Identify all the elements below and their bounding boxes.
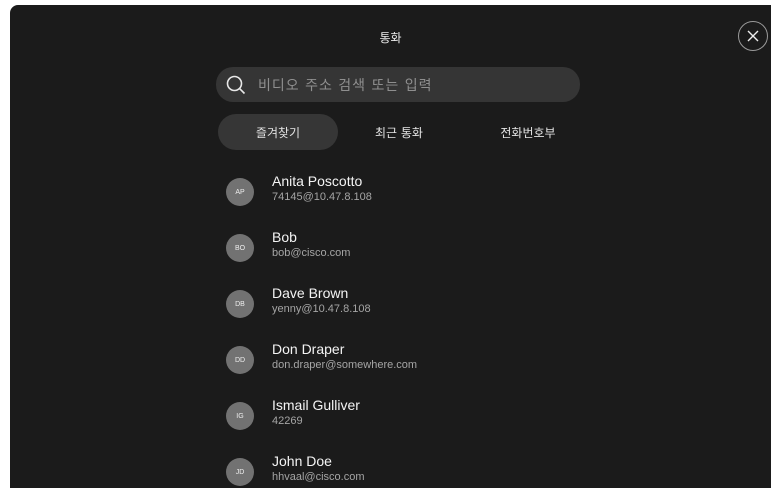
contact-name: Anita Poscotto [272,173,363,189]
contact-address: don.draper@somewhere.com [272,359,418,371]
contact-item[interactable]: DD Don Draper don.draper@somewhere.com [226,341,646,383]
contact-address: 42269 [272,415,303,427]
contact-name: Ismail Gulliver [272,397,360,413]
call-panel: 통화 즐겨찾기 최근 통화 전화번호부 AP Anita Poscotto 74… [10,5,771,488]
tab-favorites[interactable]: 즐겨찾기 [218,114,338,150]
search-bar[interactable] [216,67,580,104]
contact-item[interactable]: DB Dave Brown yenny@10.47.8.108 [226,285,646,327]
contact-name: John Doe [272,453,332,469]
avatar: IG [226,402,254,430]
contact-address: bob@cisco.com [272,247,351,259]
close-icon [747,30,759,42]
avatar: JD [226,458,254,486]
tab-recent-calls[interactable]: 최근 통화 [339,114,459,150]
contact-item[interactable]: IG Ismail Gulliver 42269 [226,397,646,439]
contact-address: yenny@10.47.8.108 [272,303,371,315]
contact-name: Dave Brown [272,285,349,301]
contact-address: hhvaal@cisco.com [272,471,365,483]
contact-address: 74145@10.47.8.108 [272,191,372,203]
contact-item[interactable]: JD John Doe hhvaal@cisco.com [226,453,646,488]
close-button[interactable] [738,21,768,51]
search-input[interactable] [256,67,570,104]
avatar: BO [226,234,254,262]
contact-item[interactable]: BO Bob bob@cisco.com [226,229,646,271]
contact-name: Bob [272,229,297,245]
avatar: DB [226,290,254,318]
search-icon [226,75,246,95]
contact-item[interactable]: AP Anita Poscotto 74145@10.47.8.108 [226,173,646,215]
contact-name: Don Draper [272,341,345,357]
avatar: AP [226,178,254,206]
avatar: DD [226,346,254,374]
tab-directory[interactable]: 전화번호부 [468,114,588,150]
page-title: 통화 [379,31,402,45]
